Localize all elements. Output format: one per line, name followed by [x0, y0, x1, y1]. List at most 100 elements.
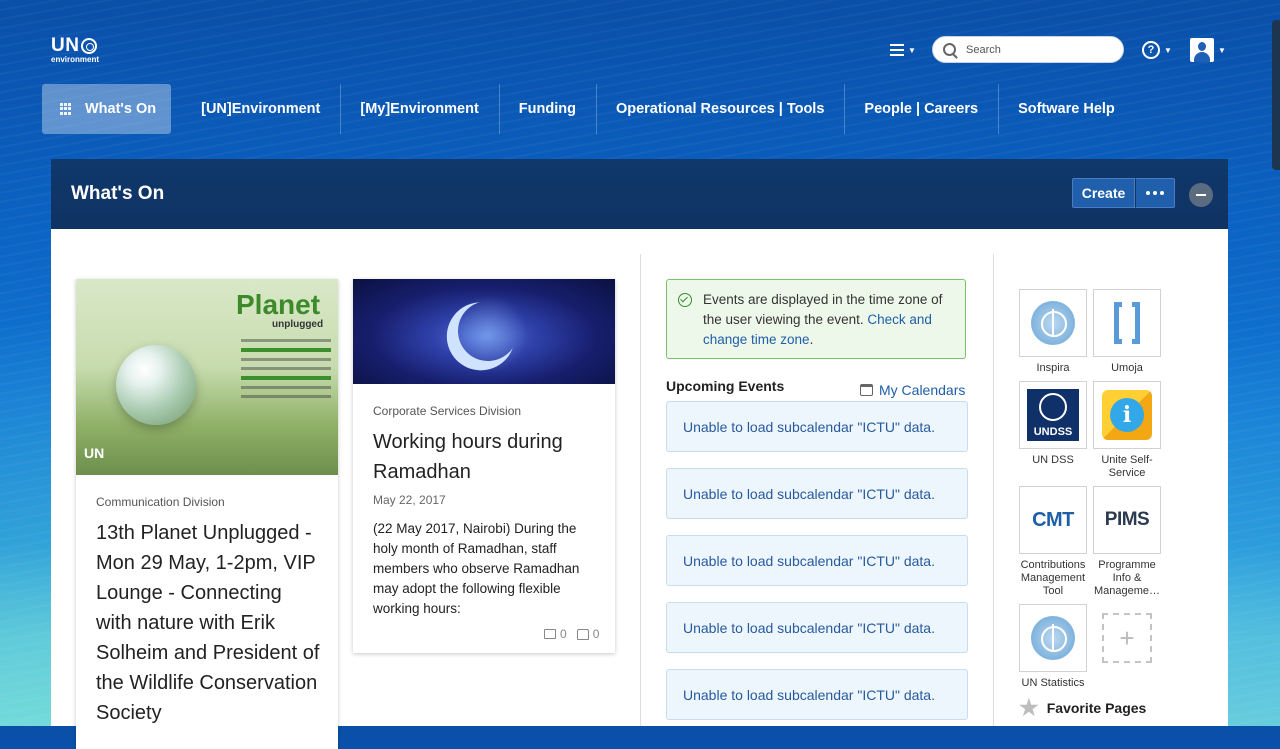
- app-tile[interactable]: [1019, 604, 1087, 672]
- poster-text-lines: [241, 339, 331, 404]
- umoja-icon: [1114, 302, 1140, 344]
- un-emblem-icon: [1031, 301, 1075, 345]
- ramadhan-image[interactable]: [353, 279, 615, 384]
- card-title[interactable]: Working hours during Ramadhan: [373, 427, 598, 487]
- avatar: [1190, 38, 1214, 62]
- like-count: 0: [592, 627, 600, 641]
- glass-globe-graphic: [116, 345, 196, 425]
- comment-icon[interactable]: [544, 629, 556, 639]
- card-division: Communication Division: [96, 495, 225, 509]
- app-label: UN Statistics: [1021, 677, 1085, 689]
- nav-label: What's On: [85, 101, 157, 117]
- nav-operational-resources[interactable]: Operational Resources | Tools: [595, 84, 844, 134]
- timezone-notice: Events are displayed in the time zone of…: [666, 279, 966, 359]
- event-error-message: Unable to load subcalendar "ICTU" data.: [666, 602, 968, 653]
- nav-label: [My]Environment: [360, 101, 479, 117]
- more-actions-button[interactable]: [1135, 178, 1175, 208]
- nav-un-environment[interactable]: [UN]Environment: [181, 84, 340, 134]
- app-cmt[interactable]: CMT Contributions Management Tool: [1019, 486, 1087, 598]
- news-card[interactable]: Planet unplugged UN Communication Divisi…: [76, 279, 338, 749]
- app-un-statistics[interactable]: UN Statistics: [1019, 604, 1087, 690]
- unite-icon: i: [1102, 390, 1152, 440]
- card-title[interactable]: 13th Planet Unplugged - Mon 29 May, 1-2p…: [96, 518, 321, 728]
- favorite-pages-label: Favorite Pages: [1046, 700, 1147, 716]
- minus-icon: [1196, 194, 1206, 196]
- un-environment-logo[interactable]: UN environment: [51, 35, 99, 64]
- check-circle-icon: [678, 293, 692, 307]
- logo-subtext: environment: [51, 55, 100, 64]
- list-icon: [890, 44, 904, 56]
- ellipsis-icon: [1146, 191, 1164, 195]
- nav-software-help[interactable]: Software Help: [998, 84, 1135, 134]
- collapse-button[interactable]: [1189, 183, 1213, 207]
- help-menu-button[interactable]: ? ▼: [1142, 36, 1172, 64]
- content-panel: Planet unplugged UN Communication Divisi…: [51, 229, 1228, 749]
- app-label: Umoja: [1111, 362, 1143, 374]
- news-card[interactable]: Corporate Services Division Working hour…: [353, 279, 615, 653]
- timezone-notice-period: .: [809, 332, 814, 347]
- event-error-message: Unable to load subcalendar "ICTU" data.: [666, 535, 968, 586]
- app-tile[interactable]: i: [1093, 381, 1161, 449]
- nav-whats-on[interactable]: What's On: [42, 84, 172, 134]
- card-date: May 22, 2017: [373, 493, 446, 507]
- un-logo-icon: UN: [84, 445, 105, 461]
- card-excerpt: (22 May 2017, Nairobi) During the holy m…: [373, 521, 580, 616]
- nav-my-environment[interactable]: [My]Environment: [340, 84, 498, 134]
- favorite-pages-heading[interactable]: ★ Favorite Pages: [1019, 695, 1147, 720]
- comment-count: 0: [560, 627, 567, 641]
- like-icon[interactable]: [576, 628, 589, 640]
- nav-label: Funding: [518, 101, 576, 117]
- app-tile[interactable]: [1093, 289, 1161, 357]
- star-icon: ★: [1019, 695, 1039, 720]
- undss-icon-text: UNDSS: [1033, 426, 1073, 438]
- app-tile[interactable]: PIMS: [1093, 486, 1161, 554]
- card-footer: 0 0: [544, 627, 599, 641]
- app-un-dss[interactable]: UNDSS UN DSS: [1019, 381, 1087, 467]
- search-box[interactable]: [932, 36, 1124, 63]
- app-label: Contributions Management Tool: [1020, 559, 1086, 597]
- app-tile[interactable]: CMT: [1019, 486, 1087, 554]
- my-calendars-link[interactable]: My Calendars: [860, 382, 965, 398]
- create-button[interactable]: Create: [1072, 178, 1135, 208]
- my-calendars-label: My Calendars: [879, 382, 966, 398]
- nav-label: Operational Resources | Tools: [615, 101, 825, 117]
- app-label: Programme Info & Manageme…: [1093, 559, 1161, 597]
- nav-label: People | Careers: [864, 101, 979, 117]
- grid-icon: [60, 103, 72, 115]
- list-menu-button[interactable]: ▼: [890, 36, 916, 64]
- app-unite-self-service[interactable]: i Unite Self-Service: [1093, 381, 1161, 480]
- un-emblem-icon: [81, 38, 98, 54]
- event-error-message: Unable to load subcalendar "ICTU" data.: [666, 669, 968, 720]
- user-menu-button[interactable]: ▼: [1190, 36, 1226, 64]
- event-error-message: Unable to load subcalendar "ICTU" data.: [666, 468, 968, 519]
- logo-text: UN: [51, 35, 80, 56]
- help-icon: ?: [1142, 41, 1160, 59]
- app-umoja[interactable]: Umoja: [1093, 289, 1161, 375]
- caret-down-icon: ▼: [1164, 45, 1172, 55]
- nav-funding[interactable]: Funding: [498, 84, 596, 134]
- app-pims[interactable]: PIMS Programme Info & Manageme…: [1093, 486, 1161, 598]
- side-panel-handle[interactable]: [1272, 20, 1280, 170]
- nav-label: Software Help: [1018, 101, 1115, 117]
- planet-unplugged-image[interactable]: Planet unplugged UN: [76, 279, 338, 475]
- calendar-icon: [860, 384, 873, 396]
- caret-down-icon: ▼: [1218, 45, 1226, 55]
- app-inspira[interactable]: Inspira: [1019, 289, 1087, 375]
- nav-people-careers[interactable]: People | Careers: [844, 84, 998, 134]
- app-label: Inspira: [1036, 362, 1070, 374]
- un-emblem-icon: [1031, 616, 1075, 660]
- app-tile[interactable]: +: [1093, 604, 1161, 672]
- main-nav: What's On [UN]Environment [My]Environmen…: [42, 84, 1135, 134]
- caret-down-icon: ▼: [908, 45, 916, 55]
- app-tile[interactable]: UNDSS: [1019, 381, 1087, 449]
- app-tile[interactable]: [1019, 289, 1087, 357]
- image-title: Planet: [236, 289, 321, 320]
- event-error-message: Unable to load subcalendar "ICTU" data.: [666, 401, 968, 452]
- page-header: What's On Create: [51, 159, 1228, 229]
- add-app-button[interactable]: +: [1093, 604, 1161, 672]
- search-input[interactable]: [964, 42, 1108, 57]
- column-divider: [640, 254, 641, 726]
- unite-icon-text: i: [1110, 398, 1144, 432]
- card-division: Corporate Services Division: [373, 404, 522, 418]
- undss-icon: UNDSS: [1027, 389, 1079, 441]
